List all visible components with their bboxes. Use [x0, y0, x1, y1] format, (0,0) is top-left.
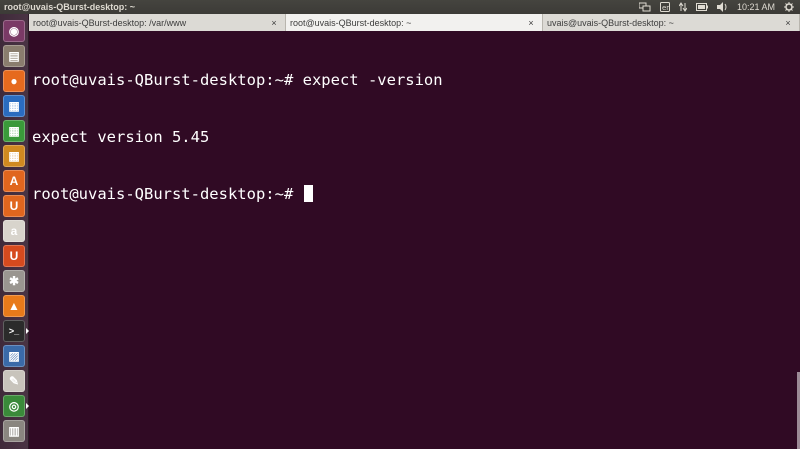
- terminal-icon[interactable]: >_: [3, 320, 29, 342]
- svg-text:en: en: [662, 4, 670, 12]
- writer-icon[interactable]: ▦: [3, 95, 25, 117]
- terminal-line: root@uvais-QBurst-desktop:~# expect -ver…: [32, 71, 443, 89]
- trash-icon[interactable]: ▥: [3, 420, 25, 442]
- terminal-line: expect version 5.45: [32, 128, 210, 146]
- terminal-prompt: root@uvais-QBurst-desktop:~#: [32, 185, 303, 203]
- network-icon[interactable]: [638, 0, 651, 14]
- arrows-icon[interactable]: [678, 0, 687, 14]
- system-monitor-icon[interactable]: ▨: [3, 345, 25, 367]
- gear-icon[interactable]: [784, 0, 794, 14]
- close-icon[interactable]: ×: [783, 18, 793, 28]
- amazon-icon[interactable]: a: [3, 220, 25, 242]
- launcher: ◉ ▤ ● ▦ ▦ ▦ A Ua U ✱ ▲ >_ ▨ ✎ ◎ ▥: [0, 14, 29, 449]
- tab-label: uvais@uvais-QBurst-desktop: ~: [547, 17, 674, 28]
- ubuntu-one-icon[interactable]: U: [3, 195, 25, 217]
- tab-root-home[interactable]: root@uvais-QBurst-desktop: ~ ×: [286, 14, 543, 31]
- settings-icon[interactable]: ✱: [3, 270, 25, 292]
- vlc-icon[interactable]: ▲: [3, 295, 25, 317]
- terminal-cursor: [303, 185, 313, 202]
- terminal-prompt-line: root@uvais-QBurst-desktop:~#: [32, 185, 800, 204]
- firefox-icon[interactable]: ●: [3, 70, 25, 92]
- dash-icon[interactable]: ◉: [3, 20, 25, 42]
- close-icon[interactable]: ×: [269, 18, 279, 28]
- chrome-icon[interactable]: ◎: [3, 395, 29, 417]
- text-editor-icon[interactable]: ✎: [3, 370, 25, 392]
- tab-uvais-home[interactable]: uvais@uvais-QBurst-desktop: ~ ×: [543, 14, 800, 31]
- top-panel: root@uvais-QBurst-desktop: ~ en 10:21 AM: [0, 0, 800, 14]
- window-title: root@uvais-QBurst-desktop: ~: [4, 2, 136, 12]
- tab-label: root@uvais-QBurst-desktop: ~: [290, 17, 412, 28]
- tab-bar: root@uvais-QBurst-desktop: /var/www × ro…: [29, 14, 800, 31]
- terminal-output[interactable]: root@uvais-QBurst-desktop:~# expect -ver…: [29, 31, 800, 449]
- keyboard-icon[interactable]: en: [659, 0, 670, 14]
- tab-label: root@uvais-QBurst-desktop: /var/www: [33, 17, 187, 28]
- ubuntu-one-music-icon[interactable]: U: [3, 245, 25, 267]
- software-center-icon[interactable]: A: [3, 170, 25, 192]
- clock[interactable]: 10:21 AM: [737, 0, 775, 14]
- battery-icon[interactable]: [695, 0, 708, 14]
- close-icon[interactable]: ×: [526, 18, 536, 28]
- volume-icon[interactable]: [716, 0, 728, 14]
- calc-icon[interactable]: ▦: [3, 120, 25, 142]
- files-icon[interactable]: ▤: [3, 45, 25, 67]
- impress-icon[interactable]: ▦: [3, 145, 25, 167]
- system-tray: en 10:21 AM: [638, 0, 800, 14]
- tab-var-www[interactable]: root@uvais-QBurst-desktop: /var/www ×: [29, 14, 286, 31]
